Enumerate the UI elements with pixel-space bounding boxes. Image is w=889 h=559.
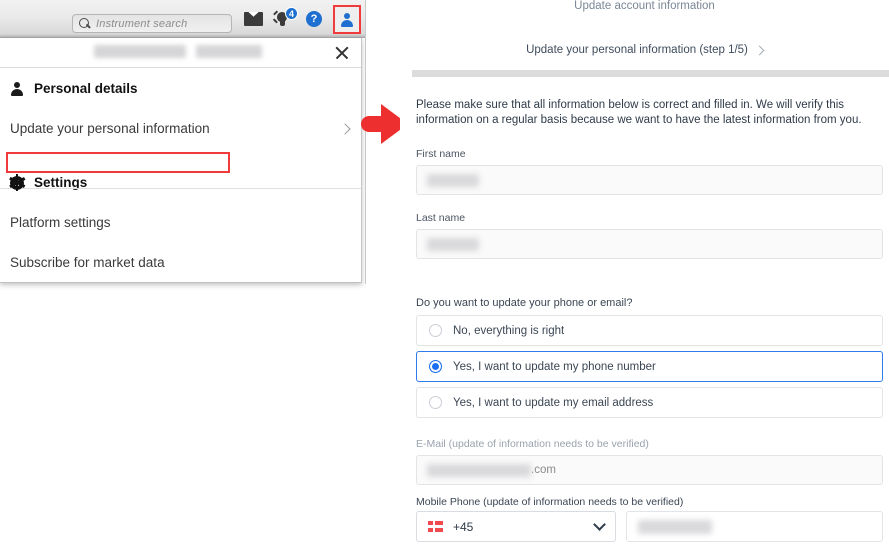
question-label-wrap: Do you want to update your phone or emai…: [416, 297, 883, 314]
menu-item-subscribe-market-data[interactable]: Subscribe for market data: [0, 247, 361, 278]
radio-label: No, everything is right: [453, 324, 565, 337]
mobile-phone-row: +45: [416, 511, 883, 542]
field-first-name: First name: [416, 148, 883, 195]
first-name-input[interactable]: [416, 165, 883, 195]
mail-icon[interactable]: [244, 12, 263, 26]
email-input[interactable]: .com: [416, 455, 883, 485]
menu-item-label: Platform settings: [10, 215, 111, 230]
chevron-down-icon: [593, 518, 606, 531]
person-icon: [10, 81, 24, 96]
radio-dot-icon: [429, 324, 442, 337]
close-icon[interactable]: [333, 44, 351, 62]
radio-option-no-everything-right[interactable]: No, everything is right: [416, 315, 883, 346]
panel-header: [0, 38, 361, 68]
email-value-suffix: .com: [531, 464, 556, 476]
search-placeholder: Instrument search: [96, 17, 188, 30]
form-pane: Update account information Update your p…: [400, 0, 889, 559]
app-screenshot: Instrument search 4 ? Personal details U…: [0, 0, 889, 559]
step-label: Update your personal information (step 1…: [526, 44, 748, 56]
denmark-flag-icon: [428, 521, 443, 532]
chevron-right-icon: [754, 45, 765, 55]
redacted-value: [427, 463, 531, 477]
chevron-right-icon: [339, 122, 351, 135]
field-label: Mobile Phone (update of information need…: [416, 496, 684, 508]
radio-label: Yes, I want to update my email address: [453, 396, 654, 409]
help-icon[interactable]: ?: [306, 11, 322, 27]
search-input[interactable]: Instrument search: [72, 14, 232, 33]
step-breadcrumb[interactable]: Update your personal information (step 1…: [400, 44, 889, 56]
section-header-personal-details: Personal details: [0, 68, 361, 107]
redacted-value: [638, 519, 712, 534]
person-glyph: [340, 12, 354, 27]
menu-item-platform-settings[interactable]: Platform settings: [0, 207, 361, 238]
radio-group-update-choice: No, everything is right Yes, I want to u…: [416, 315, 883, 423]
panel-divider: [0, 188, 361, 189]
radio-option-update-email[interactable]: Yes, I want to update my email address: [416, 387, 883, 418]
field-email: E-Mail (update of information needs to b…: [416, 438, 883, 485]
last-name-input[interactable]: [416, 229, 883, 259]
phone-number-input[interactable]: [626, 511, 883, 542]
redacted-value: [427, 237, 479, 251]
section-header-settings: Settings: [0, 162, 361, 201]
menu-item-label: Update your personal information: [10, 121, 210, 136]
menu-item-label: Subscribe for market data: [10, 255, 165, 270]
field-label: Last name: [416, 212, 466, 224]
radio-label: Yes, I want to update my phone number: [453, 360, 656, 373]
menu-item-update-personal-information[interactable]: Update your personal information: [0, 113, 361, 144]
search-icon: [79, 17, 91, 30]
help-glyph: ?: [306, 11, 322, 27]
lightbulb-icon[interactable]: 4: [273, 7, 298, 29]
radio-dot-icon: [429, 396, 442, 409]
progress-bar: [412, 70, 889, 77]
radio-dot-icon: [429, 360, 442, 373]
page-title: Update account information: [574, 0, 715, 12]
country-code-select[interactable]: +45: [416, 511, 616, 542]
user-name-redacted: [94, 45, 262, 58]
top-toolbar: Instrument search 4 ?: [0, 0, 366, 38]
user-account-icon[interactable]: [333, 5, 361, 34]
account-dropdown-panel: Personal details Update your personal in…: [0, 38, 362, 283]
radio-option-update-phone[interactable]: Yes, I want to update my phone number: [416, 351, 883, 382]
country-code-value: +45: [453, 519, 474, 534]
field-label: E-Mail (update of information needs to b…: [416, 438, 649, 450]
field-last-name: Last name: [416, 212, 883, 259]
gear-icon: [9, 174, 25, 191]
intro-text: Please make sure that all information be…: [416, 99, 862, 126]
left-pane: Instrument search 4 ? Personal details U…: [0, 0, 366, 559]
question-label: Do you want to update your phone or emai…: [416, 297, 633, 309]
notification-badge: 4: [285, 7, 298, 20]
section-title: Personal details: [34, 81, 138, 96]
redacted-value: [427, 173, 479, 187]
field-label: First name: [416, 148, 466, 160]
